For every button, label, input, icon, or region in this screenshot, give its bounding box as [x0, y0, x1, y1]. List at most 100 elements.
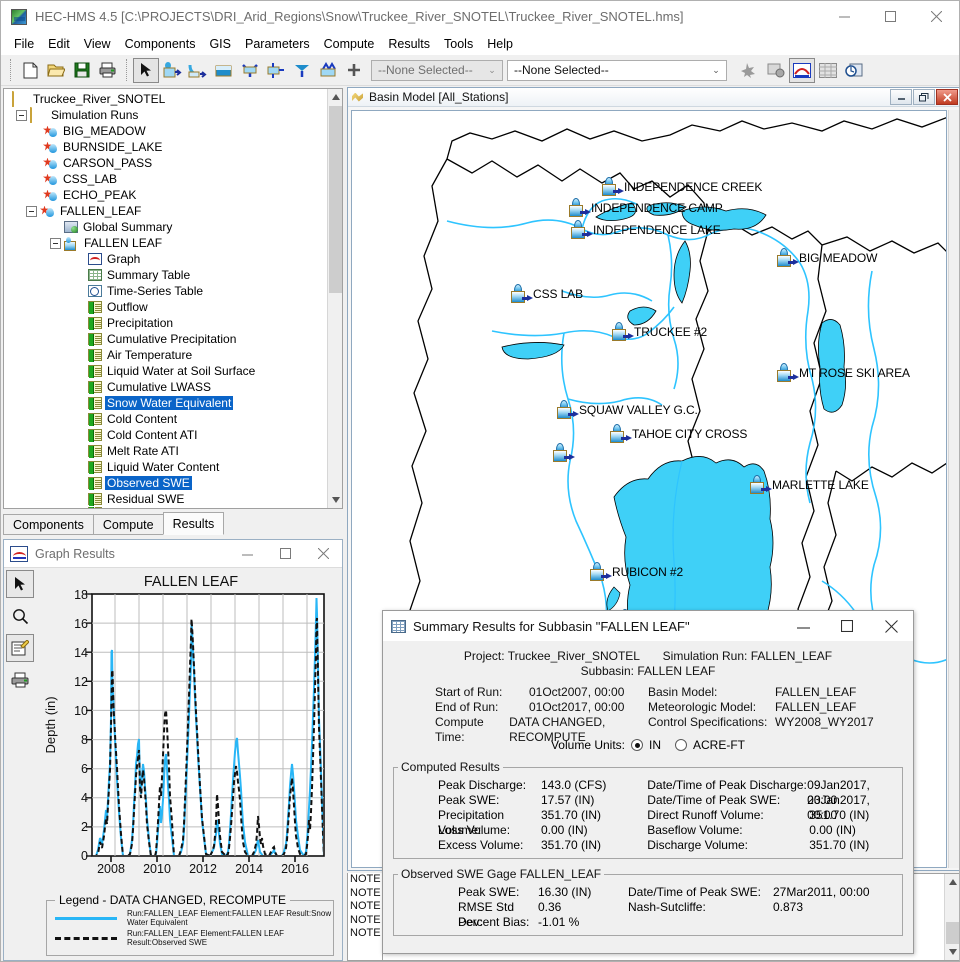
edit-properties-icon[interactable]	[6, 634, 34, 662]
sink-element-icon[interactable]	[289, 58, 315, 83]
expander-icon[interactable]	[50, 237, 61, 249]
gage-unlabeled-west[interactable]	[553, 443, 575, 463]
gage-big-meadow[interactable]: BIG MEADOW	[777, 248, 877, 268]
tree-node-result-cold-content-ati[interactable]: Cold Content ATI	[8, 427, 327, 443]
gage-independence-lake[interactable]: INDEPENDENCE LAKE	[571, 220, 721, 240]
basin-minimize-button[interactable]	[890, 89, 912, 105]
time-series-table-icon[interactable]	[841, 58, 867, 83]
tree-node-result-cold-content[interactable]: Cold Content	[8, 411, 327, 427]
tab-components[interactable]: Components	[3, 514, 94, 535]
volume-units-radio-in[interactable]	[631, 739, 644, 751]
tree-node-run-css-lab[interactable]: CSS_LAB	[8, 171, 327, 187]
gage-mt-rose-ski-area[interactable]: MT ROSE SKI AREA	[777, 363, 910, 383]
menu-results[interactable]: Results	[381, 35, 437, 53]
tree-node-result-graph[interactable]: Graph	[8, 251, 327, 267]
graph-close-button[interactable]	[304, 541, 342, 567]
menu-edit[interactable]: Edit	[41, 35, 77, 53]
tree-node-global-summary[interactable]: Global Summary	[8, 219, 327, 235]
diversion-element-icon[interactable]	[263, 58, 289, 83]
menu-view[interactable]: View	[77, 35, 118, 53]
basin-close-button[interactable]	[936, 89, 958, 105]
message-scroll-up-icon[interactable]	[945, 874, 959, 890]
tab-compute[interactable]: Compute	[92, 514, 164, 535]
basin-vertical-scrollbar[interactable]	[948, 110, 959, 868]
tree-node-run-carson-pass[interactable]: CARSON_PASS	[8, 155, 327, 171]
tree-node-result-partial[interactable]	[8, 507, 327, 508]
source-element-icon[interactable]	[315, 58, 341, 83]
menu-parameters[interactable]: Parameters	[238, 35, 317, 53]
expander-icon[interactable]	[16, 109, 27, 121]
zoom-magnifier-icon[interactable]	[6, 602, 34, 630]
tree-node-result-air-temperature[interactable]: Air Temperature	[8, 347, 327, 363]
tab-results[interactable]: Results	[162, 512, 225, 535]
reservoir-element-icon[interactable]	[211, 58, 237, 83]
tree-node-run-burnside-lake[interactable]: BURNSIDE_LAKE	[8, 139, 327, 155]
message-vertical-scrollbar[interactable]	[944, 874, 959, 960]
junction-element-icon[interactable]	[237, 58, 263, 83]
menu-components[interactable]: Components	[118, 35, 203, 53]
reach-element-icon[interactable]	[185, 58, 211, 83]
subbasin-element-icon[interactable]	[159, 58, 185, 83]
volume-units-radio-acre-ft[interactable]	[675, 739, 688, 751]
tree-node-element-fallen-leaf[interactable]: FALLEN LEAF	[8, 235, 327, 251]
tree-node-result-liquid-water-at-soil-surface[interactable]: Liquid Water at Soil Surface	[8, 363, 327, 379]
project-tree[interactable]: Truckee_River_SNOTEL Simulation Runs BIG…	[4, 89, 327, 508]
summary-maximize-button[interactable]	[825, 611, 869, 641]
graph-plot-area[interactable]: FALLEN LEAF 18 16 14 12 10 8 6 4 2 0 Dep…	[36, 568, 340, 960]
graph-icon[interactable]	[789, 57, 815, 83]
summary-close-button[interactable]	[869, 611, 913, 641]
scroll-down-arrow-icon[interactable]	[328, 492, 342, 508]
tree-node-result-precipitation[interactable]: Precipitation	[8, 315, 327, 331]
tree-node-result-summary-table[interactable]: Summary Table	[8, 267, 327, 283]
basin-restore-button[interactable]	[913, 89, 935, 105]
message-scroll-down-icon[interactable]	[945, 944, 959, 960]
run-selector-combo[interactable]: --None Selected-- ⌄	[507, 59, 727, 81]
tree-node-root[interactable]: Truckee_River_SNOTEL	[8, 91, 327, 107]
tree-node-run-fallen-leaf[interactable]: FALLEN_LEAF	[8, 203, 327, 219]
minimize-button[interactable]	[821, 1, 867, 33]
gage-independence-camp[interactable]: INDEPENDENCE CAMP	[569, 198, 723, 218]
tree-node-result-melt-rate-ati[interactable]: Melt Rate ATI	[8, 443, 327, 459]
tree-node-result-observed-swe[interactable]: Observed SWE	[8, 475, 327, 491]
compute-run-icon[interactable]	[737, 58, 763, 83]
global-summary-icon[interactable]	[763, 58, 789, 83]
tree-node-result-cumulative-precipitation[interactable]: Cumulative Precipitation	[8, 331, 327, 347]
gage-truckee-2[interactable]: TRUCKEE #2	[612, 322, 707, 342]
graph-maximize-button[interactable]	[266, 541, 304, 567]
gage-independence-creek[interactable]: INDEPENDENCE CREEK	[602, 177, 762, 197]
close-button[interactable]	[913, 1, 959, 33]
print-icon[interactable]	[95, 58, 121, 83]
print-icon[interactable]	[6, 666, 34, 694]
element-selector-combo[interactable]: --None Selected-- ⌄	[371, 59, 503, 81]
new-project-icon[interactable]	[17, 58, 43, 83]
gage-rubicon-2[interactable]: RUBICON #2	[590, 562, 683, 582]
tree-node-result-residual-swe[interactable]: Residual SWE	[8, 491, 327, 507]
add-icon[interactable]	[341, 58, 367, 83]
tree-node-result-liquid-water-content[interactable]: Liquid Water Content	[8, 459, 327, 475]
open-project-icon[interactable]	[43, 58, 69, 83]
tree-vertical-scrollbar[interactable]	[327, 89, 342, 508]
scrollbar-thumb[interactable]	[329, 106, 342, 293]
menu-help[interactable]: Help	[480, 35, 520, 53]
tree-node-result-cumulative-lwass[interactable]: Cumulative LWASS	[8, 379, 327, 395]
summary-minimize-button[interactable]	[781, 611, 825, 641]
scroll-up-arrow-icon[interactable]	[328, 89, 342, 105]
gage-squaw-valley-gc[interactable]: SQUAW VALLEY G.C.	[557, 400, 698, 420]
gage-css-lab[interactable]: CSS LAB	[511, 284, 583, 304]
save-project-icon[interactable]	[69, 58, 95, 83]
menu-file[interactable]: File	[7, 35, 41, 53]
arrow-select-icon[interactable]	[6, 570, 34, 598]
tree-node-run-echo-peak[interactable]: ECHO_PEAK	[8, 187, 327, 203]
message-scrollbar-thumb[interactable]	[946, 922, 959, 944]
tree-node-run-big-meadow[interactable]: BIG_MEADOW	[8, 123, 327, 139]
graph-minimize-button[interactable]	[228, 541, 266, 567]
menu-compute[interactable]: Compute	[317, 35, 382, 53]
expander-icon[interactable]	[26, 205, 37, 217]
summary-table-icon[interactable]	[815, 58, 841, 83]
tree-node-result-time-series-table[interactable]: Time-Series Table	[8, 283, 327, 299]
tree-node-result-outflow[interactable]: Outflow	[8, 299, 327, 315]
arrow-select-icon[interactable]	[133, 57, 159, 83]
menu-tools[interactable]: Tools	[437, 35, 480, 53]
maximize-button[interactable]	[867, 1, 913, 33]
gage-tahoe-city-cross[interactable]: TAHOE CITY CROSS	[610, 424, 747, 444]
